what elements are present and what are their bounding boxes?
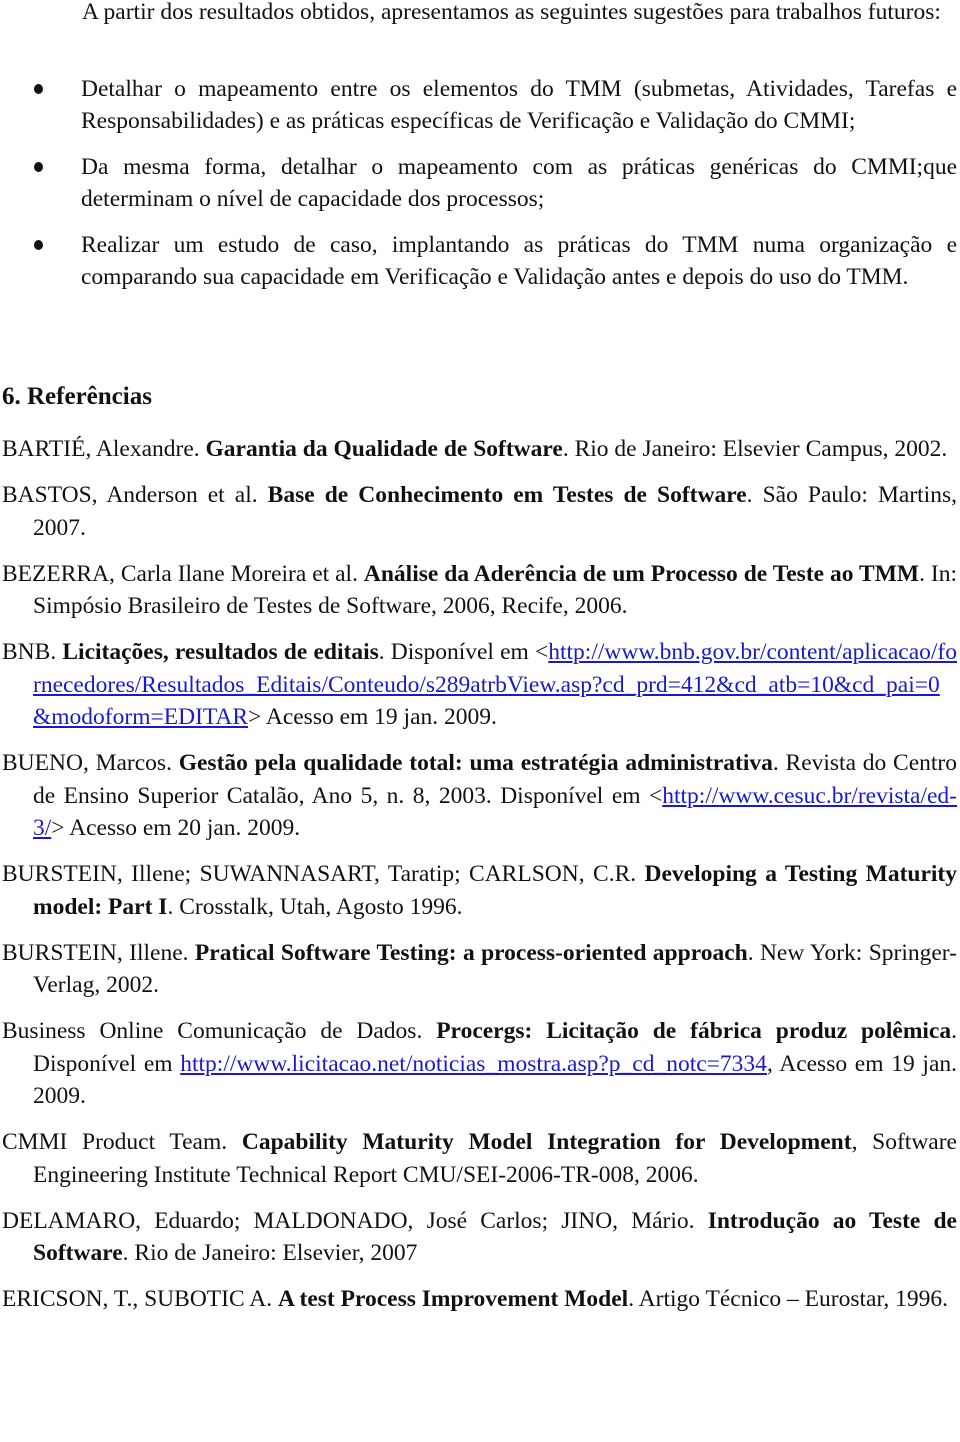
reference-entry: BNB. Licitações, resultados de editais. … (2, 639, 957, 730)
reference-entry: BASTOS, Anderson et al. Base de Conhecim… (2, 482, 957, 541)
reference-entry: CMMI Product Team. Capability Maturity M… (2, 1129, 957, 1188)
reference-title: Pratical Software Testing: a process-ori… (194, 939, 748, 966)
reference-entry: BURSTEIN, Illene; SUWANNASART, Taratip; … (2, 861, 957, 920)
intro-paragraph: A partir dos resultados obtidos, apresen… (82, 0, 941, 25)
reference-entry: ERICSON, T., SUBOTIC A. A test Process I… (2, 1286, 948, 1312)
reference-link[interactable]: http://www.licitacao.net/noticias_mostra… (180, 1051, 767, 1077)
reference-title: A test Process Improvement Model (277, 1286, 629, 1312)
list-item: Da mesma forma, detalhar o mapeamento co… (0, 151, 957, 215)
reference-title: Garantia da Qualidade de Software (205, 436, 563, 462)
references-list: BARTIÉ, Alexandre. Garantia da Qualidade… (2, 433, 957, 1329)
suggestions-list: Detalhar o mapeamento entre os elementos… (0, 73, 957, 307)
reference-title: Licitações, resultados de editais (62, 639, 379, 665)
reference-entry: BUENO, Marcos. Gestão pela qualidade tot… (2, 750, 958, 841)
section-heading: 6. Referências (2, 383, 152, 410)
reference-entry: DELAMARO, Eduardo; MALDONADO, José Carlo… (2, 1207, 957, 1267)
reference-entry: Business Online Comunicação de Dados. Pr… (2, 1018, 957, 1109)
reference-title: Capability Maturity Model Integration fo… (241, 1129, 852, 1155)
reference-entry: BURSTEIN, Illene. Pratical Software Test… (2, 939, 957, 999)
reference-title: Base de Conhecimento em Testes de Softwa… (267, 482, 747, 508)
bullet-icon (34, 240, 43, 250)
list-item: Detalhar o mapeamento entre os elementos… (0, 73, 957, 137)
bullet-icon (34, 162, 43, 172)
reference-title: Procergs: Licitação de fábrica produz po… (436, 1018, 952, 1044)
reference-title: Gestão pela qualidade total: uma estraté… (178, 750, 773, 776)
reference-title: Análise da Aderência de um Processo de T… (363, 560, 920, 587)
bullet-icon (34, 84, 43, 94)
reference-entry: BARTIÉ, Alexandre. Garantia da Qualidade… (2, 436, 948, 462)
reference-entry: BEZERRA, Carla Ilane Moreira et al. Anál… (2, 560, 957, 620)
list-item: Realizar um estudo de caso, implantando … (0, 229, 957, 293)
